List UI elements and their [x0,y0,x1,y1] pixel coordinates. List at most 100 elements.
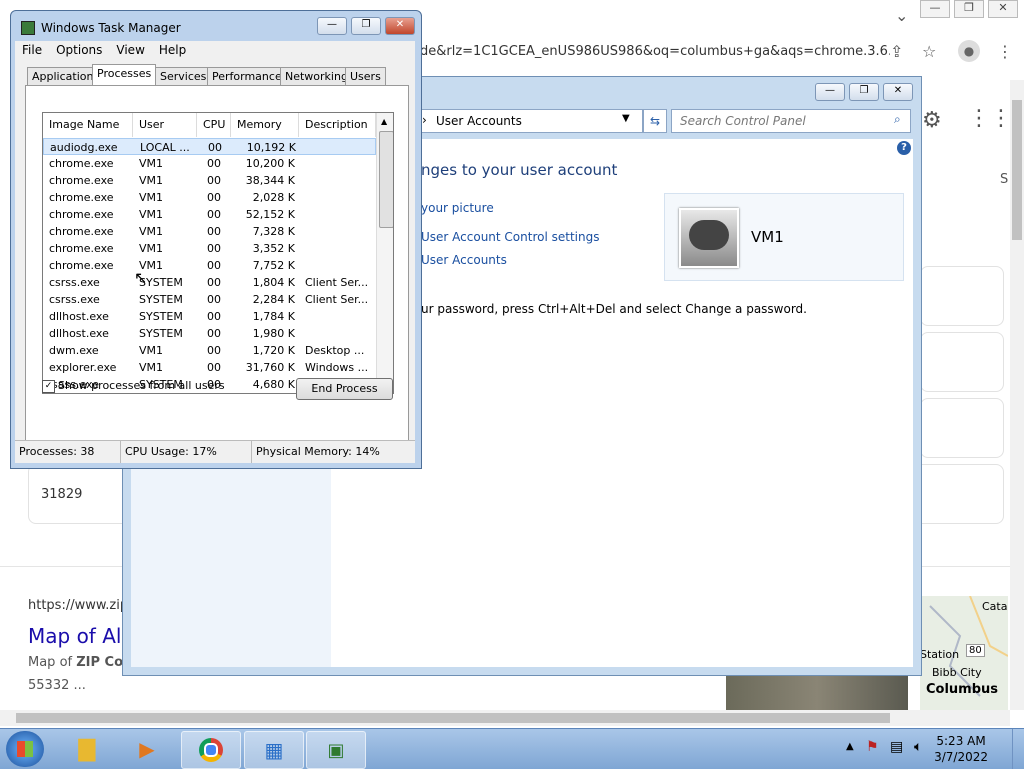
action-center-icon[interactable]: ⚑ [866,739,879,755]
minimize-button[interactable]: — [317,17,347,35]
cell-user: VM1 [139,157,164,170]
change-picture-link[interactable]: your picture [421,201,494,215]
tab-performance[interactable]: Performance [207,67,287,86]
tray-expand-icon[interactable]: ▲ [846,741,854,752]
snippet-text: Map of [28,655,77,670]
result-card [920,332,1004,392]
show-all-users-checkbox[interactable]: ✓ Show processes from all users [42,379,225,393]
cell-user: VM1 [139,208,164,221]
table-row[interactable]: audiodg.exe LOCAL ... 00 10,192 K [43,138,376,155]
table-row[interactable]: dllhost.exe SYSTEM 00 1,784 K [43,308,376,325]
manage-accounts-link[interactable]: User Accounts [421,253,507,267]
result-snippet: Map of ZIP Coc [28,655,131,670]
tab-users[interactable]: Users [345,67,386,86]
refresh-icon[interactable]: ⇆ [643,109,667,133]
user-tile: VM1 [664,193,904,281]
tab-processes[interactable]: Processes [92,64,157,87]
map-label: 80 [966,644,985,657]
clock-date: 3/7/2022 [934,750,988,764]
explorer-taskbar-button[interactable]: ▇ [58,731,116,767]
close-button[interactable]: ✕ [385,17,415,35]
map-thumbnail[interactable]: Cata Station 80 Bibb City Columbus [920,596,1008,710]
cell-mem: 2,028 K [252,191,295,204]
network-icon[interactable]: ▤ [890,739,903,755]
control-panel-taskbar-button[interactable]: ▦ [244,731,304,769]
address-bar[interactable]: de&rlz=1C1GCEA_enUS986US986&oq=columbus+… [420,40,890,64]
scrollbar-thumb[interactable] [379,131,393,228]
show-desktop-button[interactable] [1012,729,1024,769]
chevron-down-icon[interactable]: ⌄ [895,6,908,25]
share-icon[interactable]: ⇪ [890,42,903,61]
table-row[interactable]: chrome.exe VM1 00 52,152 K [43,206,376,223]
profile-avatar-icon[interactable]: ● [958,40,980,62]
password-hint: ur password, press Ctrl+Alt+Del and sele… [421,302,807,316]
close-button[interactable]: ✕ [988,0,1018,18]
breadcrumb-arrow-icon: › [422,113,427,127]
process-list[interactable]: Image Name User Name CPU Memory (... Des… [42,112,394,394]
media-player-taskbar-button[interactable]: ▶ [118,731,176,767]
table-row[interactable]: chrome.exe VM1 00 38,344 K [43,172,376,189]
table-row[interactable]: chrome.exe VM1 00 10,200 K [43,155,376,172]
process-list-scrollbar[interactable]: ▲ ▼ [376,113,393,393]
cell-image: csrss.exe [49,276,100,289]
user-avatar[interactable] [679,208,739,268]
table-row[interactable]: chrome.exe VM1 00 7,328 K [43,223,376,240]
cell-user: VM1 [139,225,164,238]
tab-services[interactable]: Services [155,67,212,86]
minimize-button[interactable]: — [815,83,845,101]
result-image[interactable] [726,676,908,710]
result-title-link[interactable]: Map of All [28,624,127,648]
search-icon[interactable]: ⌕ [894,112,901,127]
table-row[interactable]: chrome.exe VM1 00 2,028 K [43,189,376,206]
table-row[interactable]: explorer.exe VM1 00 31,760 K Windows ... [43,359,376,376]
menu-options[interactable]: Options [49,41,109,59]
cell-cpu: 00 [207,276,221,289]
menu-help[interactable]: Help [152,41,193,59]
end-process-button[interactable]: End Process [296,378,393,400]
horizontal-scrollbar[interactable] [0,710,1010,726]
table-row[interactable]: dwm.exe VM1 00 1,720 K Desktop ... [43,342,376,359]
scroll-up-icon[interactable]: ▲ [381,117,387,126]
volume-icon[interactable]: 🔈︎ [914,739,922,755]
menu-file[interactable]: File [15,41,49,59]
search-box[interactable]: Search Control Panel ⌕ [671,109,911,133]
table-row[interactable]: chrome.exe VM1 00 7,752 K [43,257,376,274]
task-manager-taskbar-button[interactable]: ▣ [306,731,366,769]
minimize-button[interactable]: — [920,0,950,18]
scrollbar-thumb[interactable] [16,713,890,723]
cell-cpu: 00 [207,191,221,204]
cell-mem: 1,720 K [252,344,295,357]
checkbox-check-icon[interactable]: ✓ [42,379,55,393]
bookmark-star-icon[interactable]: ☆ [922,42,936,61]
restore-button[interactable]: ❐ [954,0,984,18]
address-breadcrumb[interactable]: › User Accounts ▼ [419,109,643,133]
cell-mem: 10,200 K [245,157,295,170]
dropdown-arrow-icon[interactable]: ▼ [622,113,630,124]
page-heading: nges to your user account [421,161,618,179]
maximize-button[interactable]: ❐ [351,17,381,35]
clock[interactable]: 5:23 AM 3/7/2022 [934,733,988,765]
table-row[interactable]: chrome.exe VM1 00 3,352 K [43,240,376,257]
tab-networking[interactable]: Networking [280,67,353,86]
table-row[interactable]: csrss.exe SYSTEM 00 2,284 K Client Ser... [43,291,376,308]
maximize-button[interactable]: ❐ [849,83,879,101]
cell-mem: 10,192 K [246,141,296,154]
cell-user: SYSTEM [139,327,183,340]
cell-mem: 1,804 K [252,276,295,289]
menu-view[interactable]: View [109,41,151,59]
more-menu-icon[interactable]: ⋮ [997,42,1013,61]
settings-gear-icon[interactable]: ⚙ [922,108,942,133]
page-scrollbar[interactable] [1010,80,1024,710]
result-url[interactable]: https://www.zip [28,598,128,613]
help-icon[interactable]: ? [897,141,911,155]
chrome-taskbar-button[interactable] [181,731,241,769]
uac-settings-link[interactable]: User Account Control settings [421,230,599,244]
table-row[interactable]: csrss.exe SYSTEM 00 1,804 K Client Ser... [43,274,376,291]
status-processes: Processes: 38 [15,441,121,463]
cell-mem: 1,980 K [252,327,295,340]
close-button[interactable]: ✕ [883,83,913,101]
start-button[interactable] [6,731,44,767]
table-row[interactable]: dllhost.exe SYSTEM 00 1,980 K [43,325,376,342]
scrollbar-thumb[interactable] [1012,100,1022,240]
window-title: Windows Task Manager [41,21,181,35]
